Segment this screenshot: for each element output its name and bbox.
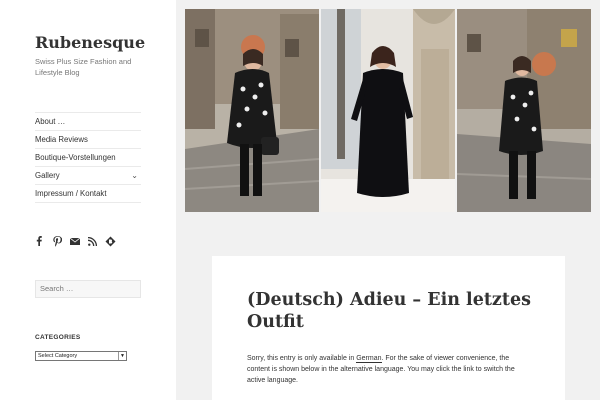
nav-item-about[interactable]: About … [35, 113, 141, 131]
nav-item-media-reviews[interactable]: Media Reviews [35, 131, 141, 149]
nav-item-gallery[interactable]: Gallery ⌄ [35, 167, 141, 185]
category-select-value: Select Category [38, 353, 78, 359]
language-notice-text: Sorry, this entry is only available in [247, 355, 357, 362]
bloglovin-icon[interactable] [105, 234, 123, 248]
header-photo-2 [321, 9, 455, 212]
social-links [35, 234, 123, 248]
nav-item-label[interactable]: Media Reviews [35, 135, 88, 144]
main-navigation: About … Media Reviews Boutique-Vorstellu… [35, 112, 141, 203]
header-photo-1 [185, 9, 319, 212]
sidebar: Rubenesque Swiss Plus Size Fashion and L… [0, 0, 176, 400]
german-language-link[interactable]: German [356, 355, 382, 363]
site-description: Swiss Plus Size Fashion and Lifestyle Bl… [35, 57, 132, 77]
site-title[interactable]: Rubenesque [35, 33, 145, 52]
facebook-icon[interactable] [35, 234, 53, 248]
category-select[interactable]: Select Category ▼ [35, 351, 127, 361]
nav-item-boutique[interactable]: Boutique-Vorstellungen [35, 149, 141, 167]
chevron-down-icon: ▼ [118, 352, 126, 360]
categories-widget-title: CATEGORIES [35, 334, 81, 341]
language-notice: Sorry, this entry is only available in G… [247, 353, 532, 386]
chevron-down-icon[interactable]: ⌄ [131, 167, 138, 184]
pinterest-icon[interactable] [52, 234, 71, 248]
nav-item-label[interactable]: Gallery [35, 171, 60, 180]
nav-item-label[interactable]: About … [35, 117, 65, 126]
post-article: (Deutsch) Adieu – Ein letztes Outfit Sor… [212, 256, 565, 400]
rss-icon[interactable] [87, 234, 106, 248]
nav-item-label[interactable]: Boutique-Vorstellungen [35, 153, 116, 162]
search-input[interactable]: Search … [35, 280, 141, 298]
nav-item-impressum[interactable]: Impressum / Kontakt [35, 185, 141, 203]
post-title[interactable]: (Deutsch) Adieu – Ein letztes Outfit [247, 289, 537, 333]
mail-icon[interactable] [70, 234, 88, 248]
nav-item-label[interactable]: Impressum / Kontakt [35, 189, 107, 198]
header-photo-3 [457, 9, 591, 212]
